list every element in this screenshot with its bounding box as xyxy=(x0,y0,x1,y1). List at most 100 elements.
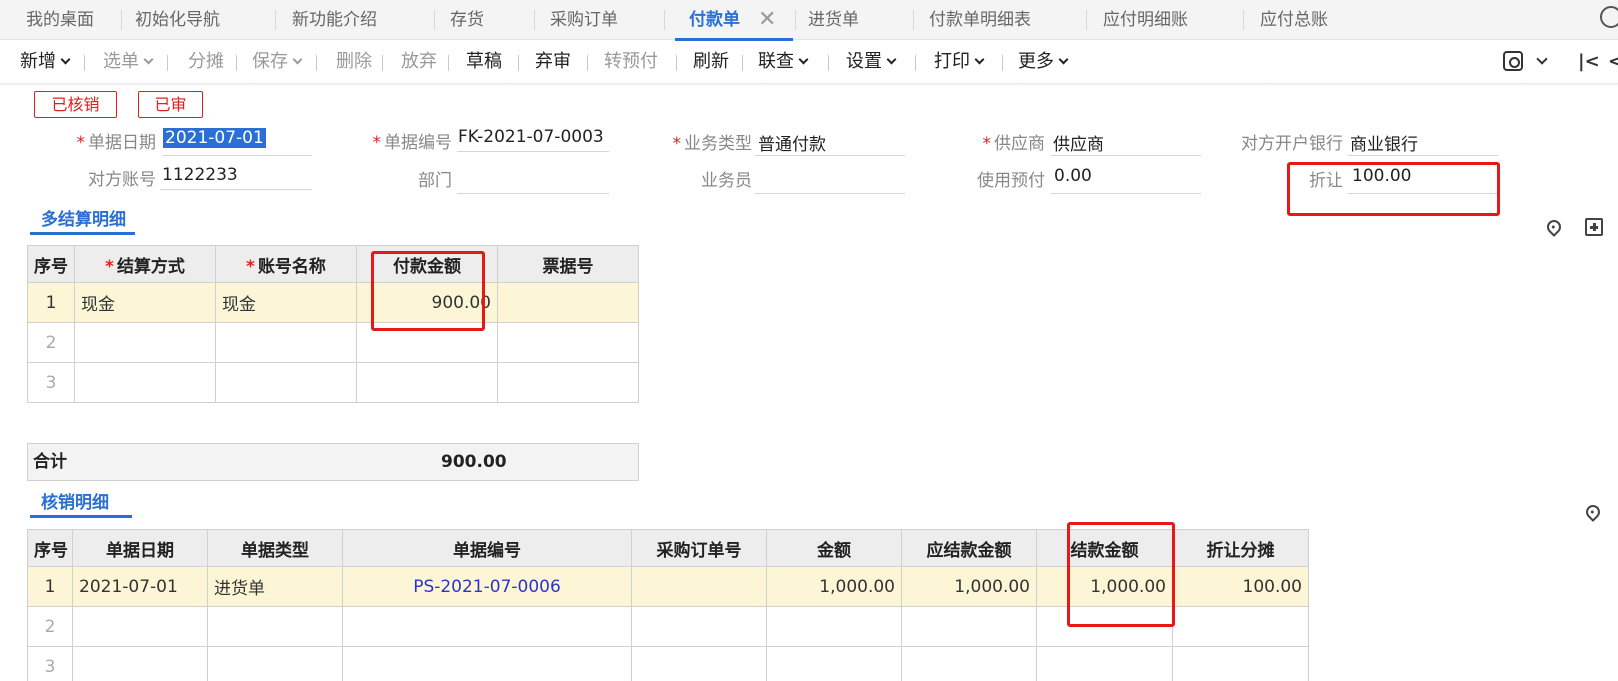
cell-method[interactable] xyxy=(74,322,216,363)
refresh-button[interactable]: 刷新 xyxy=(693,41,729,83)
cell-doc-no[interactable] xyxy=(342,606,632,647)
table-header-row: 序号 * 结算方式 * 账号名称 付款金额 票据号 xyxy=(27,245,639,283)
cell-account-name[interactable] xyxy=(215,322,357,363)
cell-account-name[interactable] xyxy=(215,362,357,403)
cell-method[interactable] xyxy=(74,362,216,403)
toolbar-separator xyxy=(828,55,829,71)
account-no-label: 对方账号 xyxy=(88,170,156,190)
doc-no-link[interactable]: PS-2021-07-0006 xyxy=(413,577,561,597)
tab-receipt-note[interactable]: 进货单 xyxy=(808,0,859,40)
cell-doc-type[interactable] xyxy=(207,646,343,681)
toolbar-separator xyxy=(1002,55,1003,71)
unaudit-button[interactable]: 弃审 xyxy=(535,41,571,83)
cell-bill-no[interactable] xyxy=(497,362,639,403)
cell-doc-date[interactable]: 2021-07-01 xyxy=(72,566,208,607)
writeoff-section-title[interactable]: 核销明细 xyxy=(41,488,109,513)
first-record-icon[interactable]: |< xyxy=(1578,41,1600,83)
cell-pay-amount[interactable] xyxy=(356,362,498,403)
col-header-doc-date: 单据日期 xyxy=(72,529,208,567)
cell-method[interactable]: 现金 xyxy=(74,282,216,323)
table-row[interactable]: 3 xyxy=(27,646,1309,681)
cell-doc-type[interactable]: 进货单 xyxy=(207,566,343,607)
cell-settled-amount[interactable] xyxy=(1036,646,1173,681)
settings-button[interactable]: 设置 xyxy=(846,41,897,83)
cell-po-no[interactable] xyxy=(631,646,767,681)
col-header-po-no: 采购订单号 xyxy=(631,529,767,567)
bank-field[interactable]: 商业银行 xyxy=(1350,130,1418,155)
tab-my-desktop[interactable]: 我的桌面 xyxy=(26,0,94,40)
tab-payment-voucher[interactable]: 付款单 xyxy=(689,0,740,40)
linked-query-button[interactable]: 联查 xyxy=(758,41,809,83)
tab-payable-detail-ledger[interactable]: 应付明细账 xyxy=(1103,0,1188,40)
col-header-method: * 结算方式 xyxy=(74,245,216,283)
add-column-icon[interactable] xyxy=(1585,218,1603,236)
split-button[interactable]: 分摊 xyxy=(188,41,224,83)
new-button[interactable]: 新增 xyxy=(20,41,71,83)
dept-label: 部门 xyxy=(418,171,452,191)
cell-po-no[interactable] xyxy=(631,566,767,607)
supplier-field[interactable]: 供应商 xyxy=(1053,130,1104,155)
table-row[interactable]: 3 xyxy=(27,362,639,403)
cell-doc-type[interactable] xyxy=(207,606,343,647)
prev-record-icon[interactable]: < xyxy=(1608,41,1618,83)
use-prepay-field[interactable]: 0.00 xyxy=(1054,166,1092,186)
tab-init-nav[interactable]: 初始化导航 xyxy=(135,0,220,40)
more-button[interactable]: 更多 xyxy=(1018,41,1069,83)
biz-type-select[interactable]: 普通付款 xyxy=(758,130,826,155)
tab-inventory[interactable]: 存货 xyxy=(450,0,484,40)
cell-discount-alloc[interactable] xyxy=(1172,646,1309,681)
cell-due-amount[interactable] xyxy=(901,606,1037,647)
location-pin-icon[interactable] xyxy=(1583,502,1603,522)
toolbar-shadow xyxy=(0,83,1618,86)
cell-discount-alloc[interactable]: 100.00 xyxy=(1172,566,1309,607)
tab-new-features[interactable]: 新功能介绍 xyxy=(292,0,377,40)
field-underline xyxy=(160,189,312,190)
cell-doc-no[interactable] xyxy=(342,646,632,681)
tab-payable-general-ledger[interactable]: 应付总账 xyxy=(1260,0,1328,40)
cell-amount[interactable] xyxy=(766,606,902,647)
cell-account-name[interactable]: 现金 xyxy=(215,282,357,323)
tab-separator xyxy=(1086,10,1087,30)
to-prepay-button[interactable]: 转预付 xyxy=(604,41,658,83)
cell-po-no[interactable] xyxy=(631,606,767,647)
col-header-account-name: * 账号名称 xyxy=(215,245,357,283)
doc-date-field[interactable]: 2021-07-01 xyxy=(163,128,266,148)
cell-due-amount[interactable]: 1,000.00 xyxy=(901,566,1037,607)
doc-no-field[interactable]: FK-2021-07-0003 xyxy=(458,127,604,147)
account-no-field[interactable]: 1122233 xyxy=(162,165,238,185)
cell-doc-date[interactable] xyxy=(72,606,208,647)
table-row[interactable]: 1 现金 现金 900.00 xyxy=(27,282,639,323)
field-underline xyxy=(457,193,609,194)
tab-purchase-order[interactable]: 采购订单 xyxy=(550,0,618,40)
tab-close-icon[interactable]: ✕ xyxy=(758,0,776,40)
tab-payment-detail-report[interactable]: 付款单明细表 xyxy=(929,0,1031,40)
field-underline xyxy=(162,155,312,156)
biz-type-label: * 业务类型 xyxy=(672,134,753,154)
search-icon[interactable] xyxy=(1600,6,1618,28)
draft-button[interactable]: 草稿 xyxy=(466,41,502,83)
discard-button[interactable]: 放弃 xyxy=(401,41,437,83)
cell-amount[interactable]: 1,000.00 xyxy=(766,566,902,607)
delete-button[interactable]: 删除 xyxy=(336,41,372,83)
cell-doc-no[interactable]: PS-2021-07-0006 xyxy=(342,566,632,607)
scan-icon[interactable] xyxy=(1503,51,1523,71)
cell-doc-date[interactable] xyxy=(72,646,208,681)
table-row[interactable]: 2 xyxy=(27,322,639,363)
cell-bill-no[interactable] xyxy=(497,282,639,323)
settlement-section-title[interactable]: 多结算明细 xyxy=(41,205,126,230)
location-pin-icon[interactable] xyxy=(1544,217,1564,237)
annotation-box-settled-amount xyxy=(1067,522,1175,627)
select-button[interactable]: 选单 xyxy=(103,41,154,83)
print-button[interactable]: 打印 xyxy=(934,41,985,83)
save-button[interactable]: 保存 xyxy=(252,41,303,83)
annotation-box-pay-amount xyxy=(371,251,485,331)
chevron-down-icon[interactable] xyxy=(1536,41,1548,83)
cell-discount-alloc[interactable] xyxy=(1172,606,1309,647)
toolbar-separator xyxy=(316,55,317,71)
row-number: 1 xyxy=(27,282,75,323)
cell-bill-no[interactable] xyxy=(497,322,639,363)
col-header-due-amount: 应结款金额 xyxy=(901,529,1037,567)
cell-amount[interactable] xyxy=(766,646,902,681)
field-underline xyxy=(755,155,905,156)
cell-due-amount[interactable] xyxy=(901,646,1037,681)
